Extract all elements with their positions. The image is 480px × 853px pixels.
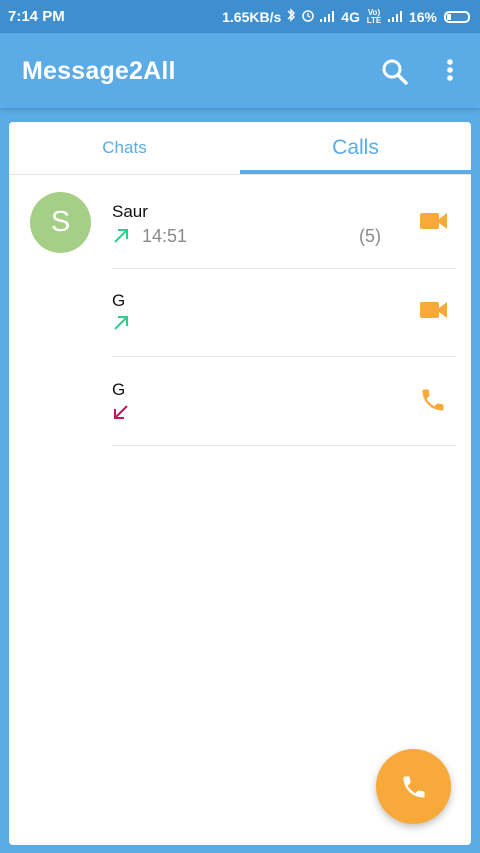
signal-icon-2 xyxy=(387,11,404,22)
battery-percent: 16% xyxy=(408,8,437,25)
new-call-button[interactable] xyxy=(376,749,451,824)
row-divider xyxy=(112,356,456,357)
network-speed: 1.65KB/s xyxy=(222,8,282,25)
volte-label: Vo) LTE xyxy=(366,7,382,25)
status-time: 7:14 PM xyxy=(8,8,65,25)
call-time: 14:51 xyxy=(142,226,188,246)
app-title: Message2All xyxy=(22,57,176,85)
call-row[interactable]: S Saur 14:51 (5) xyxy=(9,175,471,269)
more-vertical-icon[interactable] xyxy=(438,57,462,87)
caller-name: Saur xyxy=(112,202,148,221)
phone-icon xyxy=(403,776,425,798)
signal-icon xyxy=(320,11,336,22)
tab-bar: Chats Calls xyxy=(9,122,471,175)
incoming-arrow-icon xyxy=(112,403,130,421)
row-divider xyxy=(112,445,456,446)
search-icon[interactable] xyxy=(380,57,410,87)
app-bar: Message2All xyxy=(0,33,480,108)
status-bar: 7:14 PM 1.65KB/s 4G Vo) LTE 16% xyxy=(0,0,480,33)
call-row[interactable]: G xyxy=(9,269,471,358)
outgoing-arrow-icon xyxy=(112,314,130,332)
call-count: (5) xyxy=(359,226,381,246)
status-icons: 1.65KB/s 4G Vo) LTE 16% xyxy=(222,8,470,25)
tab-indicator xyxy=(240,170,471,174)
tab-chats[interactable]: Chats xyxy=(9,122,240,174)
battery-icon xyxy=(444,10,470,23)
bluetooth-icon xyxy=(286,8,296,25)
video-call-icon[interactable] xyxy=(419,210,449,238)
caller-name: G xyxy=(112,380,126,399)
call-row[interactable]: G xyxy=(9,358,471,447)
alarm-icon xyxy=(301,8,315,25)
caller-name: G xyxy=(112,291,126,310)
tab-calls[interactable]: Calls xyxy=(240,122,471,174)
voice-call-icon[interactable] xyxy=(419,386,449,414)
video-call-icon[interactable] xyxy=(419,299,449,327)
outgoing-arrow-icon xyxy=(112,227,130,245)
avatar: S xyxy=(30,192,91,253)
network-type: 4G xyxy=(341,8,360,25)
calls-card: Chats Calls S Saur 14:51 (5) G G xyxy=(9,122,471,845)
